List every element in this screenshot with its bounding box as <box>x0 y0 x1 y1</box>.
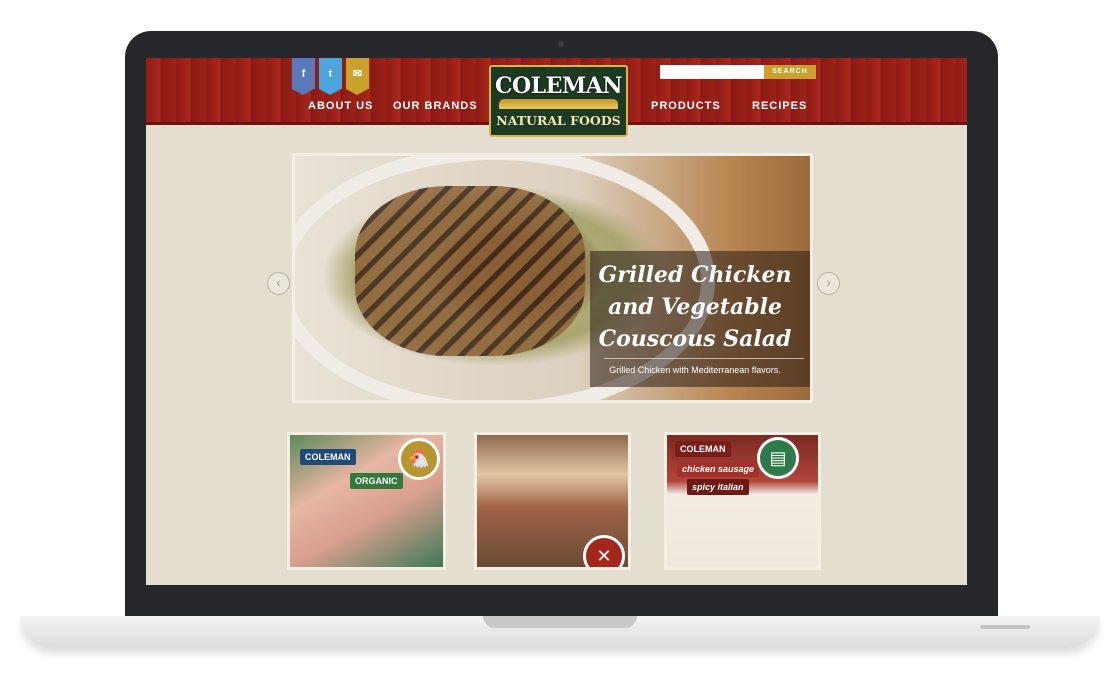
hero-carousel-slide[interactable]: Grilled Chicken and Vegetable Couscous S… <box>292 153 813 403</box>
sausage-type-label: chicken sausage <box>677 461 760 477</box>
laptop-slot <box>980 625 1030 629</box>
nav-products[interactable]: PRODUCTS <box>651 100 721 112</box>
package-brand-label: COLEMAN <box>300 449 356 465</box>
facebook-icon[interactable]: f <box>292 58 315 95</box>
tile-chicken-sausage[interactable]: COLEMAN chicken sausage spicy italian ▤ <box>664 432 821 570</box>
coleman-logo[interactable]: COLEMAN NATURAL FOODS <box>489 65 628 137</box>
carousel-next-button[interactable]: › <box>817 272 840 295</box>
hero-caption: Grilled Chicken and Vegetable Couscous S… <box>590 251 810 387</box>
tile-chicken-burger[interactable]: ✕ <box>474 432 631 570</box>
hero-title: Grilled Chicken and Vegetable Couscous S… <box>598 262 792 352</box>
caption-divider <box>604 358 804 359</box>
search-input[interactable] <box>660 65 764 79</box>
package-organic-label: ORGANIC <box>350 473 403 489</box>
sausage-brand-label: COLEMAN <box>675 441 731 457</box>
website-screen: f t ✉ ABOUT US OUR BRANDS PRODUCTS RECIP… <box>146 58 967 585</box>
email-icon[interactable]: ✉ <box>346 58 369 95</box>
sausage-flavor-label: spicy italian <box>687 479 749 495</box>
nav-our-brands[interactable]: OUR BRANDS <box>393 100 478 112</box>
carousel-prev-button[interactable]: ‹ <box>267 272 290 295</box>
hero-subtitle: Grilled Chicken with Mediterranean flavo… <box>609 365 781 375</box>
laptop-notch <box>483 616 637 628</box>
newspaper-icon: ▤ <box>757 437 799 479</box>
laptop-base <box>20 616 1100 648</box>
logo-tagline: NATURAL FOODS <box>496 113 621 128</box>
logo-wordmark: COLEMAN <box>495 73 622 99</box>
nav-recipes[interactable]: RECIPES <box>752 100 807 112</box>
logo-mountain-graphic <box>499 99 618 109</box>
tile-organic-chicken[interactable]: COLEMAN ORGANIC 🐔 <box>287 432 446 570</box>
camera-dot <box>558 41 564 47</box>
search-button[interactable]: SEARCH <box>764 65 816 79</box>
twitter-icon[interactable]: t <box>319 58 342 95</box>
laptop-mockup: f t ✉ ABOUT US OUR BRANDS PRODUCTS RECIP… <box>0 0 1110 679</box>
hero-grilled-chicken-image <box>355 186 585 356</box>
fork-knife-icon: ✕ <box>583 535 625 567</box>
chicken-icon: 🐔 <box>398 438 440 480</box>
nav-about-us[interactable]: ABOUT US <box>308 100 373 112</box>
